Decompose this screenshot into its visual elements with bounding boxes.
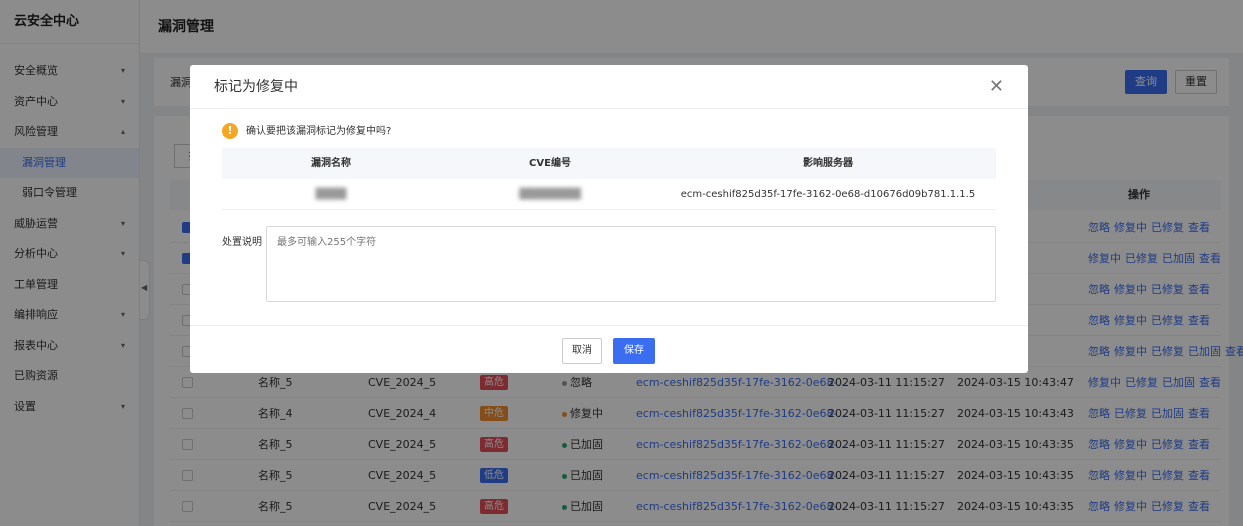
save-button[interactable]: 保存: [613, 338, 655, 364]
dialog-header: 标记为修复中 ✕: [190, 65, 1028, 109]
dialog-footer: 取消 保存: [190, 325, 1028, 373]
cell-server: ecm-ceshif825d35f-17fe-3162-0e68-d10676d…: [680, 189, 976, 200]
cancel-button[interactable]: 取消: [562, 338, 602, 364]
tip-text: 确认要把该漏洞标记为修复中吗?: [246, 126, 392, 137]
close-icon[interactable]: ✕: [989, 65, 1004, 109]
dialog-table-row: ████ ████████ ecm-ceshif825d35f-17fe-316…: [222, 179, 996, 210]
header-server: 影响服务器: [803, 158, 853, 169]
header-vuln-name: 漏洞名称: [311, 158, 351, 169]
confirm-tip: ! 确认要把该漏洞标记为修复中吗?: [222, 123, 391, 139]
mark-fixing-dialog: 标记为修复中 ✕ ! 确认要把该漏洞标记为修复中吗? 漏洞名称 CVE编号 影响服…: [190, 65, 1028, 373]
dialog-table: 漏洞名称 CVE编号 影响服务器 ████ ████████ ecm-ceshi…: [222, 148, 996, 210]
cell-cve: ████████: [519, 189, 581, 200]
dialog-title: 标记为修复中: [214, 79, 298, 95]
dialog-table-header: 漏洞名称 CVE编号 影响服务器: [222, 148, 996, 179]
warning-icon: !: [222, 123, 238, 139]
remark-label: 处置说明: [222, 237, 262, 248]
cell-vuln-name: ████: [315, 189, 347, 200]
header-cve: CVE编号: [529, 158, 571, 169]
remark-input[interactable]: [266, 226, 996, 302]
